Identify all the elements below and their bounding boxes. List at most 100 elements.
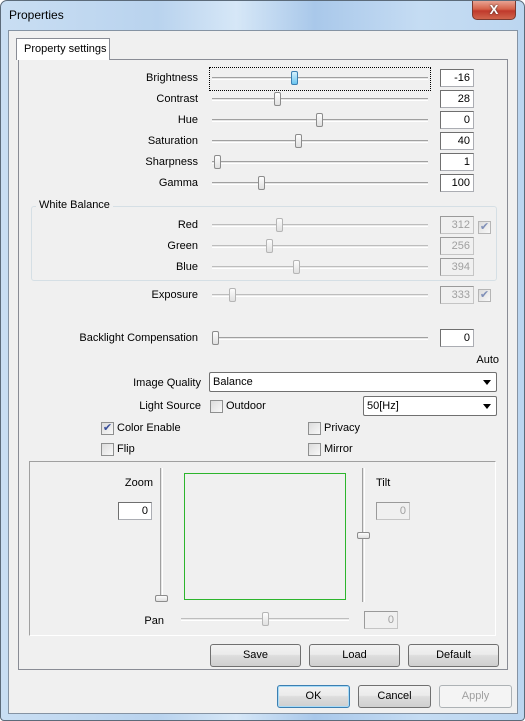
red-label: Red [177,219,198,231]
contrast-label: Contrast [156,93,198,105]
zoom-slider-thumb[interactable] [155,595,168,602]
default-button[interactable]: Default [408,644,499,667]
gamma-slider-thumb[interactable] [257,176,265,190]
ptz-preview-area [184,473,346,600]
close-button[interactable]: X [472,1,516,20]
load-button[interactable]: Load [309,644,400,667]
green-slider-thumb[interactable] [266,239,274,253]
outdoor-label: Outdoor [226,400,266,412]
saturation-value-field[interactable]: 40 [440,132,474,150]
tab-property-settings[interactable]: Property settings [16,38,110,60]
contrast-value-field[interactable]: 28 [440,90,474,108]
red-value-field[interactable]: 312 [440,216,474,234]
backlight-value-field[interactable]: 0 [440,329,474,347]
contrast-slider[interactable] [212,91,428,109]
white-balance-title: White Balance [36,199,113,211]
saturation-slider[interactable] [212,133,428,151]
dialog-client-area: Property settings Brightness -16 Contrast 2… [8,30,518,714]
sharpness-slider-track [212,161,428,164]
backlight-label: Backlight Compensation [79,332,198,344]
contrast-slider-thumb[interactable] [274,92,282,106]
mirror-checkbox[interactable] [308,443,321,456]
color-enable-checkbox[interactable] [101,422,114,435]
apply-button[interactable]: Apply [439,685,512,708]
window-title: Properties [9,8,64,22]
blue-slider-track [212,266,428,269]
hue-value-field[interactable]: 0 [440,111,474,129]
green-slider[interactable] [212,238,428,256]
zoom-value-field[interactable]: 0 [118,502,152,520]
backlight-slider[interactable] [212,330,428,348]
brightness-slider[interactable] [209,67,431,91]
pan-label: Pan [144,615,164,627]
exposure-value-field[interactable]: 333 [440,286,474,304]
cancel-button[interactable]: Cancel [358,685,431,708]
saturation-slider-track [212,140,428,143]
save-button[interactable]: Save [210,644,301,667]
chevron-down-icon [483,380,491,385]
exposure-label: Exposure [151,289,198,301]
brightness-label: Brightness [146,72,198,84]
backlight-slider-track [212,337,428,340]
privacy-label: Privacy [324,422,361,434]
blue-value-field[interactable]: 394 [440,258,474,276]
frequency-select[interactable]: 50[Hz] [363,396,497,416]
brightness-value-field[interactable]: -16 [440,69,474,87]
image-quality-label: Image Quality [133,377,201,389]
green-value-field[interactable]: 256 [440,237,474,255]
chevron-down-icon [483,404,491,409]
light-source-label: Light Source [139,400,201,412]
privacy-checkbox[interactable] [308,422,321,435]
exposure-slider-thumb[interactable] [228,288,236,302]
brightness-slider-track [212,77,428,80]
hue-label: Hue [177,114,198,126]
exposure-slider[interactable] [212,287,428,305]
frequency-value: 50[Hz] [367,400,399,412]
tilt-slider[interactable] [355,468,373,602]
close-icon: X [489,2,499,17]
tab-panel: Brightness -16 Contrast 28 Hue 0 Saturation 40 S… [18,59,508,670]
red-slider[interactable] [212,217,428,235]
contrast-slider-track [212,98,428,101]
pan-slider[interactable] [181,611,349,629]
exposure-auto-checkbox[interactable] [478,289,491,302]
image-quality-select[interactable]: Balance [209,372,497,392]
blue-label: Blue [175,261,198,273]
sharpness-slider[interactable] [212,154,428,172]
flip-label: Flip [117,443,135,455]
red-slider-thumb[interactable] [276,218,284,232]
image-quality-value: Balance [213,376,253,388]
mirror-label: Mirror [324,443,353,455]
saturation-slider-thumb[interactable] [295,134,303,148]
blue-slider[interactable] [212,259,428,277]
saturation-label: Saturation [147,135,198,147]
ok-button[interactable]: OK [277,685,350,708]
brightness-slider-thumb[interactable] [291,71,299,85]
zoom-slider-track [160,468,163,602]
tilt-value-field[interactable]: 0 [376,502,410,520]
flip-checkbox[interactable] [101,443,114,456]
gamma-label: Gamma [158,177,198,189]
gamma-slider-track [212,182,428,185]
sharpness-slider-thumb[interactable] [214,155,222,169]
white-balance-auto-checkbox[interactable] [478,221,491,234]
tilt-label: Tilt [376,477,391,489]
gamma-slider[interactable] [212,175,428,193]
sharpness-value-field[interactable]: 1 [440,153,474,171]
green-label: Green [167,240,198,252]
properties-window: Properties X Property settings Brightnes… [0,0,525,721]
pan-value-field[interactable]: 0 [364,611,398,629]
exposure-slider-track [212,294,428,297]
zoom-label: Zoom [124,477,153,489]
blue-slider-thumb[interactable] [293,260,301,274]
gamma-value-field[interactable]: 100 [440,174,474,192]
pan-slider-thumb[interactable] [262,612,269,626]
auto-label: Auto [476,354,499,366]
outdoor-checkbox[interactable] [210,400,223,413]
zoom-slider[interactable] [153,468,171,602]
color-enable-label: Color Enable [117,422,181,434]
backlight-slider-thumb[interactable] [212,331,219,345]
tilt-slider-thumb[interactable] [357,532,370,539]
hue-slider-thumb[interactable] [316,113,323,127]
hue-slider[interactable] [212,112,428,130]
